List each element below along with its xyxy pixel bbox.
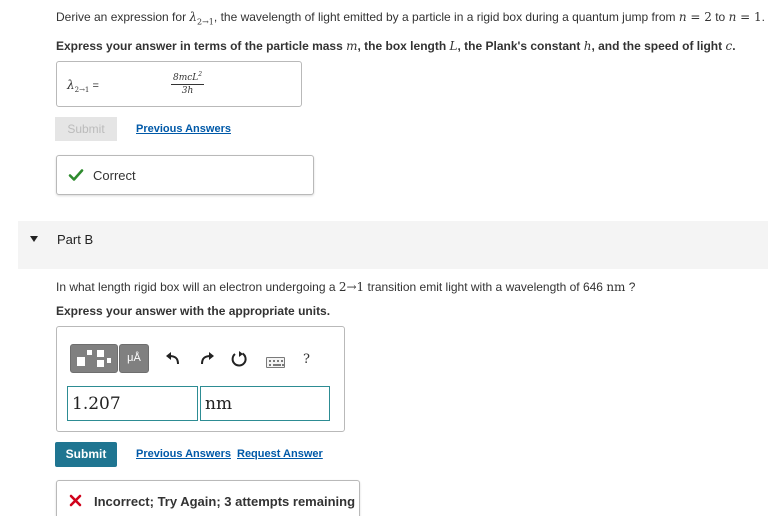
reset-icon[interactable]: [229, 349, 249, 369]
var-m: m: [346, 39, 358, 54]
answer-fraction: 8mcL2 3h: [171, 71, 205, 96]
request-answer-link[interactable]: Request Answer: [237, 448, 323, 460]
part-a-previous-answers-link[interactable]: Previous Answers: [136, 123, 231, 135]
question-text: Derive an expression for: [56, 10, 190, 24]
value-input[interactable]: 1.207: [67, 386, 198, 421]
part-b-header[interactable]: Part B: [18, 221, 768, 269]
redo-icon[interactable]: [197, 349, 217, 369]
numerator-exponent: 2: [198, 71, 203, 78]
value-1: = 1: [736, 10, 762, 24]
question-text: ?: [625, 280, 636, 294]
part-a-prompt: Derive an expression for λ2→1, the wavel…: [56, 10, 765, 53]
templates-button[interactable]: [70, 344, 118, 373]
part-a-instruction: Express your answer in terms of the part…: [56, 39, 756, 53]
unit-input[interactable]: nm: [200, 386, 330, 421]
instruction-text: , the Plank's constant: [457, 39, 584, 54]
part-b-title: Part B: [57, 232, 94, 247]
instruction-text: , the box length: [357, 39, 450, 54]
part-a-submit-button[interactable]: Submit: [55, 117, 117, 141]
equals-sign: =: [89, 80, 99, 92]
fraction-denominator: 3h: [181, 86, 194, 96]
part-b-feedback-incorrect: Incorrect; Try Again; 3 attempts remaini…: [56, 480, 360, 516]
feedback-text: Correct: [93, 168, 136, 183]
part-b-instruction: Express your answer with the appropriate…: [56, 304, 331, 318]
lambda-symbol: λ: [189, 10, 198, 24]
answer-lhs: λ2→1 =: [67, 78, 99, 94]
question-text: to: [711, 10, 729, 24]
lambda-subscript: 2→1: [197, 17, 214, 27]
feedback-text: Incorrect; Try Again; 3 attempts remaini…: [94, 494, 356, 509]
question-text: .: [761, 10, 765, 24]
part-b-submit-button[interactable]: Submit: [55, 442, 117, 467]
part-a-question: Derive an expression for λ2→1, the wavel…: [56, 10, 765, 29]
unit-nm: nm: [606, 280, 626, 294]
instruction-text: Express your answer in terms of the part…: [56, 39, 347, 54]
help-button[interactable]: ?: [303, 352, 310, 367]
part-b-question: In what length rigid box will an electro…: [56, 280, 756, 294]
instruction-text: , and the speed of light: [591, 39, 726, 54]
undo-icon[interactable]: [163, 349, 183, 369]
template-icon: [77, 350, 111, 367]
fraction-numerator: 8mcL2: [171, 71, 205, 85]
question-text: , the wavelength of light emitted by a p…: [213, 10, 679, 24]
collapse-triangle-icon[interactable]: [30, 236, 38, 242]
instruction-text: .: [732, 39, 736, 54]
part-b-prompt: In what length rigid box will an electro…: [56, 280, 756, 318]
keyboard-icon[interactable]: [266, 357, 285, 368]
part-b-previous-answers-link[interactable]: Previous Answers: [136, 448, 231, 460]
units-button[interactable]: μÅ: [119, 344, 149, 373]
check-icon: [68, 169, 84, 181]
part-a-feedback-correct: Correct: [56, 155, 314, 195]
lambda-symbol: λ: [67, 78, 75, 92]
question-text: In what length rigid box will an electro…: [56, 280, 339, 294]
lambda-subscript: 2→1: [74, 86, 90, 95]
value-2: = 2: [686, 10, 712, 24]
part-b-answer-box: μÅ ? 1.207 nm: [56, 326, 345, 432]
var-n: n: [678, 10, 687, 24]
question-text: transition emit light with a wavelength …: [364, 280, 607, 294]
numerator-text: 8mcL: [173, 73, 199, 83]
close-x-icon: [69, 494, 82, 507]
part-a-answer-box: λ2→1 = 8mcL2 3h: [56, 61, 302, 107]
transition-text: 2→1: [338, 280, 365, 294]
